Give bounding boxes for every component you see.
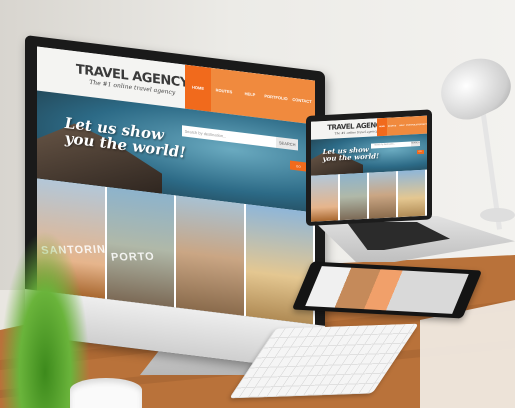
tile-label: PORTO: [109, 251, 156, 265]
search-button[interactable]: SEARCH: [410, 141, 421, 147]
lamp-base: [480, 208, 515, 222]
nav-help[interactable]: HELP: [237, 71, 263, 119]
tile-acropolis[interactable]: [398, 169, 427, 218]
laptop-screen: TRAVEL AGENCY The #1 online travel agenc…: [311, 115, 427, 222]
tile-porto[interactable]: PORTO: [106, 186, 176, 308]
nav-home[interactable]: HOME: [377, 117, 387, 137]
nav-home[interactable]: HOME: [185, 64, 211, 112]
logo-tagline: The #1 online travel agency: [334, 129, 378, 136]
nav-portfolio[interactable]: PORTFOLIO: [263, 74, 289, 122]
tile-santorini[interactable]: [311, 174, 340, 222]
destination-gallery: [311, 169, 427, 222]
laptop: TRAVEL AGENCY The #1 online travel agenc…: [306, 109, 432, 226]
search-input[interactable]: Search by destination...: [181, 125, 277, 148]
tile-coliseum[interactable]: [369, 171, 398, 219]
tile-coliseum[interactable]: [176, 195, 246, 317]
nav-routes[interactable]: ROUTES: [387, 117, 397, 136]
search-input[interactable]: Search by destination...: [371, 141, 411, 149]
site-logo[interactable]: TRAVEL AGENCY The #1 online travel agenc…: [76, 62, 189, 98]
desk-scene: TRAVEL AGENCY The #1 online travel agenc…: [0, 0, 515, 408]
potted-plant: [0, 230, 90, 408]
hero-line-2: you the world!: [322, 151, 380, 164]
tablet-screen: [305, 266, 469, 314]
nav-portfolio[interactable]: PORTFOLIO: [406, 116, 418, 135]
tile-porto[interactable]: [340, 172, 369, 221]
hero-banner: Let us show you the world! Search by des…: [311, 133, 427, 176]
go-button[interactable]: GO: [290, 160, 307, 172]
search-button[interactable]: SEARCH: [276, 137, 299, 151]
go-button[interactable]: GO: [416, 150, 424, 154]
nav-contact[interactable]: CONTACT: [417, 115, 427, 135]
coffee-mug: [70, 378, 142, 408]
tablet: [291, 261, 483, 319]
nav-routes[interactable]: ROUTES: [211, 67, 237, 115]
